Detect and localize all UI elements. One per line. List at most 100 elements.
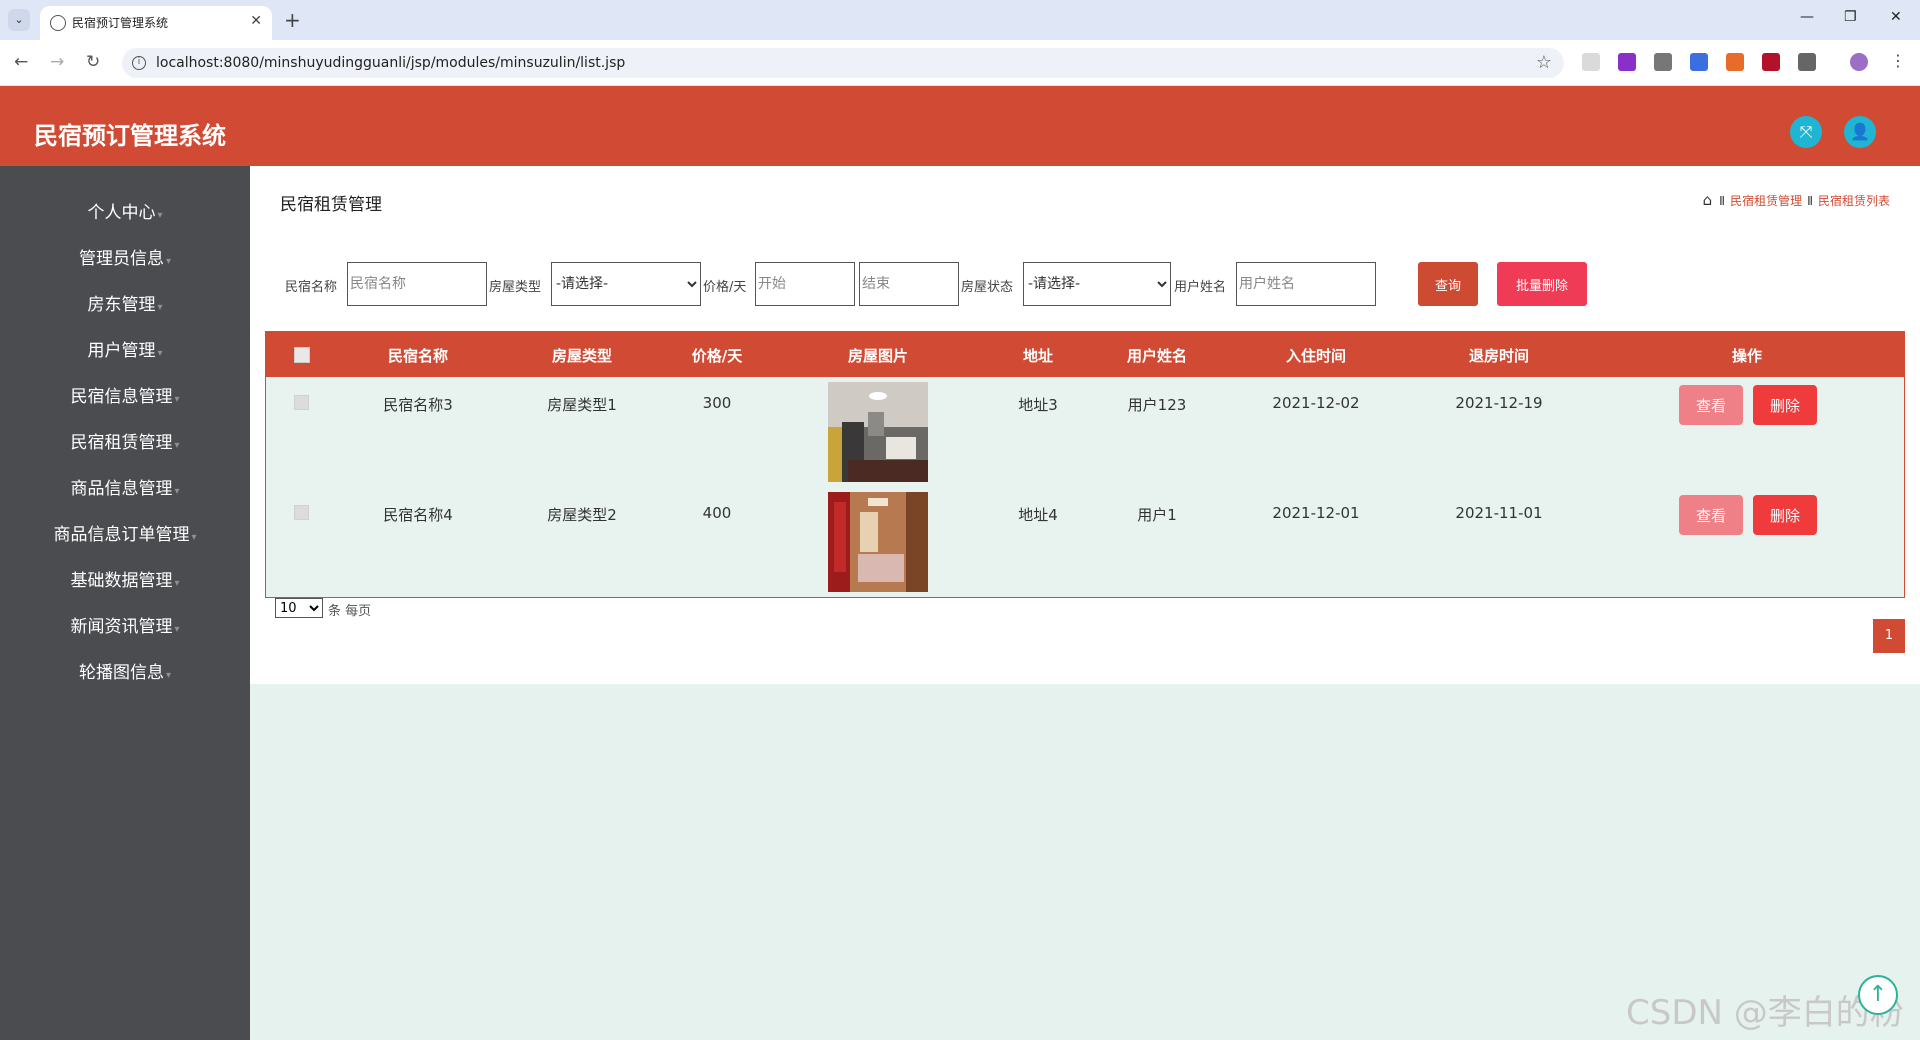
tab-search-button[interactable]: ⌄ — [8, 9, 30, 31]
browser-menu-icon[interactable]: ⋮ — [1890, 51, 1906, 70]
table-row: 民宿名称4 房屋类型2 400 地址4 用户1 2021-12-01 2021-… — [266, 487, 1904, 597]
sidebar-item-homestay-info[interactable]: 民宿信息管理 ▾ — [0, 382, 250, 407]
chevron-down-icon: ▾ — [174, 486, 180, 497]
url-field[interactable]: i localhost:8080/minshuyudingguanli/jsp/… — [122, 48, 1564, 78]
forward-icon[interactable]: → — [50, 52, 64, 72]
home-icon[interactable]: ⌂ — [1703, 191, 1713, 209]
filter-status-select[interactable]: -请选择- — [1023, 262, 1171, 306]
browser-tab-bar: ⌄ 民宿预订管理系统 ✕ + — ❐ ✕ — [0, 0, 1920, 40]
sidebar-item-users[interactable]: 用户管理 ▾ — [0, 336, 250, 361]
url-text: localhost:8080/minshuyudingguanli/jsp/mo… — [156, 55, 626, 71]
sidebar-item-basic-data[interactable]: 基础数据管理 ▾ — [0, 566, 250, 591]
sidebar-item-label: 商品信息管理 — [70, 479, 173, 499]
chevron-down-icon: ▾ — [165, 256, 172, 267]
user-icon[interactable]: 👤 — [1844, 116, 1876, 148]
cell-type: 房屋类型1 — [547, 396, 617, 414]
fullscreen-icon[interactable]: ⤧ — [1790, 116, 1822, 148]
extension-icon[interactable] — [1726, 53, 1744, 71]
row-checkbox[interactable] — [294, 505, 309, 520]
table-row: 民宿名称3 房屋类型1 300 地址3 用户123 2021-12-02 202… — [266, 377, 1904, 487]
sidebar-item-landlord[interactable]: 房东管理 ▾ — [0, 290, 250, 315]
column-header: 操作 — [1731, 347, 1763, 365]
chevron-down-icon: ▾ — [174, 578, 180, 589]
chevron-down-icon: ▾ — [157, 210, 163, 221]
column-header: 民宿名称 — [387, 347, 449, 365]
column-header: 价格/天 — [691, 347, 743, 365]
column-header: 地址 — [1022, 347, 1054, 365]
filter-type-select[interactable]: -请选择- — [551, 262, 701, 306]
query-button[interactable]: 查询 — [1418, 262, 1478, 306]
sidebar-item-label: 新闻资讯管理 — [70, 617, 173, 637]
extensions-puzzle-icon[interactable] — [1798, 53, 1816, 71]
sidebar-item-label: 管理员信息 — [78, 249, 164, 269]
page-title: 民宿租赁管理 — [280, 195, 382, 215]
site-info-icon[interactable]: i — [132, 56, 146, 70]
tab-favicon-icon — [50, 15, 66, 31]
filter-username-input[interactable] — [1236, 262, 1376, 306]
cell-address: 地址4 — [1018, 506, 1058, 524]
extension-icon[interactable] — [1618, 53, 1636, 71]
delete-button[interactable]: 删除 — [1753, 495, 1817, 535]
cell-checkout: 2021-12-19 — [1455, 394, 1543, 412]
filter-price-start-input[interactable] — [755, 262, 855, 306]
extension-icon[interactable] — [1690, 53, 1708, 71]
breadcrumb-item[interactable]: 民宿租赁管理 — [1730, 194, 1802, 208]
back-icon[interactable]: ← — [14, 52, 28, 72]
minimize-icon[interactable]: — — [1800, 9, 1814, 25]
reload-icon[interactable]: ↻ — [86, 52, 100, 72]
sidebar-item-admin-info[interactable]: 管理员信息 ▾ — [0, 244, 250, 269]
back-to-top-icon[interactable]: ↑ — [1858, 975, 1898, 1015]
sidebar-item-carousel[interactable]: 轮播图信息 ▾ — [0, 658, 250, 683]
breadcrumb-item[interactable]: 民宿租赁列表 — [1818, 194, 1890, 208]
table-header: 民宿名称 房屋类型 价格/天 房屋图片 地址 用户姓名 入住时间 退房时间 操作 — [266, 332, 1904, 377]
filter-type-label: 房屋类型 — [489, 280, 542, 295]
new-tab-icon[interactable]: + — [284, 8, 301, 32]
sidebar-item-label: 房东管理 — [87, 295, 156, 315]
house-photo-image — [828, 492, 928, 592]
browser-tab[interactable]: 民宿预订管理系统 ✕ — [40, 6, 272, 40]
view-button[interactable]: 查看 — [1679, 385, 1743, 425]
extension-icon[interactable] — [1762, 53, 1780, 71]
tab-title: 民宿预订管理系统 — [72, 16, 169, 30]
page-number-button[interactable]: 1 — [1873, 619, 1905, 653]
extension-icon[interactable] — [1654, 53, 1672, 71]
breadcrumb: ⌂ Ⅱ 民宿租赁管理 Ⅱ 民宿租赁列表 — [1702, 191, 1890, 209]
sidebar-item-news[interactable]: 新闻资讯管理 ▾ — [0, 612, 250, 637]
tab-close-icon[interactable]: ✕ — [250, 13, 262, 29]
sidebar: 个人中心 ▾ 管理员信息 ▾ 房东管理 ▾ 用户管理 ▾ 民宿信息管理 ▾ 民宿租赁管理 ▾… — [0, 166, 250, 1040]
sidebar-item-label: 轮播图信息 — [78, 663, 164, 683]
view-button[interactable]: 查看 — [1679, 495, 1743, 535]
profile-avatar[interactable] — [1850, 53, 1868, 71]
chevron-down-icon: ▾ — [191, 532, 197, 543]
extension-icon[interactable] — [1582, 53, 1600, 71]
sidebar-item-product-orders[interactable]: 商品信息订单管理 ▾ — [0, 520, 250, 545]
sidebar-item-label: 民宿信息管理 — [70, 387, 173, 407]
batch-delete-button[interactable]: 批量删除 — [1497, 262, 1587, 306]
filter-name-input[interactable] — [347, 262, 487, 306]
sidebar-item-homestay-rental[interactable]: 民宿租赁管理 ▾ — [0, 428, 250, 453]
sidebar-item-label: 商品信息订单管理 — [53, 525, 190, 545]
chevron-down-icon: ▾ — [165, 670, 172, 681]
cell-type: 房屋类型2 — [547, 506, 617, 524]
column-header: 退房时间 — [1468, 347, 1530, 365]
restore-icon[interactable]: ❐ — [1844, 9, 1857, 25]
column-header: 入住时间 — [1285, 347, 1347, 365]
page-size-select[interactable]: 10 — [275, 598, 323, 618]
rental-table: 民宿名称 房屋类型 价格/天 房屋图片 地址 用户姓名 入住时间 退房时间 操作… — [265, 331, 1905, 598]
window-close-icon[interactable]: ✕ — [1890, 9, 1902, 25]
filter-name-label: 民宿名称 — [285, 280, 338, 295]
sidebar-item-product-info[interactable]: 商品信息管理 ▾ — [0, 474, 250, 499]
chevron-down-icon: ▾ — [157, 302, 163, 313]
sidebar-item-label: 个人中心 — [87, 203, 156, 223]
cell-checkout: 2021-11-01 — [1455, 504, 1543, 522]
filter-price-end-input[interactable] — [859, 262, 959, 306]
bookmark-star-icon[interactable]: ☆ — [1536, 52, 1552, 73]
row-checkbox[interactable] — [294, 395, 309, 410]
select-all-checkbox[interactable] — [294, 347, 310, 363]
sidebar-item-personal-center[interactable]: 个人中心 ▾ — [0, 198, 250, 223]
cell-name: 民宿名称3 — [383, 396, 453, 414]
delete-button[interactable]: 删除 — [1753, 385, 1817, 425]
chevron-down-icon: ▾ — [174, 440, 180, 451]
cell-user: 用户123 — [1127, 396, 1187, 414]
sidebar-item-label: 用户管理 — [87, 341, 156, 361]
